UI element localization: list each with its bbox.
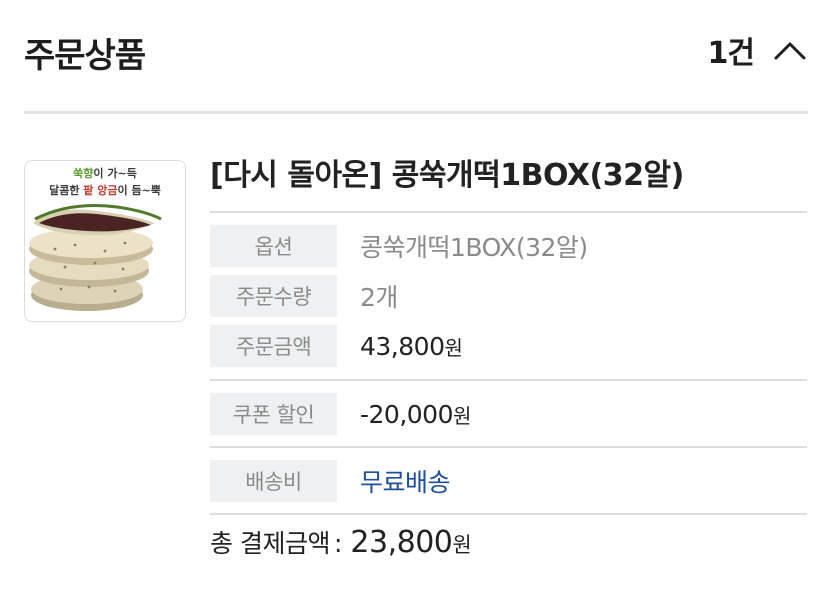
currency-unit: 원 (453, 403, 471, 428)
option-value: 콩쑥개떡1BOX(32알) (360, 233, 588, 262)
total-payment: 총 결제금액 : 23,800 원 (210, 524, 472, 568)
option-label: 옵션 (210, 225, 337, 267)
option-row: 옵션 콩쑥개떡1BOX(32알) (210, 225, 807, 267)
divider-shipping (210, 446, 807, 448)
currency-unit: 원 (444, 335, 463, 360)
divider-mid (210, 379, 807, 381)
coupon-number: -20,000 (360, 399, 454, 429)
thumb-text-red: 팥 앙금 (83, 183, 117, 197)
product-thumbnail[interactable]: 쑥향이 가~득 달콤한 팥 앙금이 듬~뿍 (24, 160, 186, 322)
quantity-row: 주문수량 2개 (210, 275, 807, 317)
thumb-text-line2-start: 달콤한 (49, 183, 83, 197)
total-separator: : (333, 529, 343, 558)
order-amount-row: 주문금액 43,800 원 (210, 325, 807, 367)
thumb-text-green: 쑥향 (73, 166, 93, 180)
quantity-label: 주문수량 (210, 275, 337, 317)
svg-text:달콤한 팥 앙금이 듬~뿍: 달콤한 팥 앙금이 듬~뿍 (49, 183, 161, 197)
svg-text:쑥향이 가~득: 쑥향이 가~득 (73, 166, 137, 180)
order-items-header: 주문상품 1건 (24, 22, 808, 82)
order-count: 1건 (707, 36, 755, 71)
coupon-row: 쿠폰 할인 -20,000 원 (210, 393, 807, 435)
thumb-text-line2-end: 이 듬~뿍 (118, 183, 161, 197)
rice-cake-image: 쑥향이 가~득 달콤한 팥 앙금이 듬~뿍 (25, 161, 185, 321)
chevron-up-icon[interactable] (772, 37, 808, 63)
coupon-label: 쿠폰 할인 (210, 393, 337, 435)
product-name[interactable]: [다시 돌아온] 콩쑥개떡1BOX(32알) (210, 150, 684, 194)
quantity-value: 2개 (360, 283, 398, 312)
shipping-label: 배송비 (210, 460, 337, 502)
header-divider (24, 111, 808, 114)
order-amount-label: 주문금액 (210, 325, 337, 367)
divider-bottom (210, 513, 807, 515)
total-unit: 원 (452, 533, 472, 557)
section-title: 주문상품 (24, 36, 146, 76)
collapse-toggle[interactable]: 1건 (708, 28, 808, 72)
thumb-text-line1: 이 가~득 (93, 166, 136, 180)
coupon-value: -20,000 원 (360, 393, 471, 435)
shipping-value: 무료배송 (360, 468, 451, 497)
total-amount: 23,800 (350, 525, 453, 560)
order-amount-value: 43,800 원 (360, 325, 463, 367)
shipping-row: 배송비 무료배송 (210, 460, 807, 502)
divider-top (210, 211, 807, 213)
total-label: 총 결제금액 (210, 529, 330, 558)
order-amount-number: 43,800 (360, 331, 445, 361)
